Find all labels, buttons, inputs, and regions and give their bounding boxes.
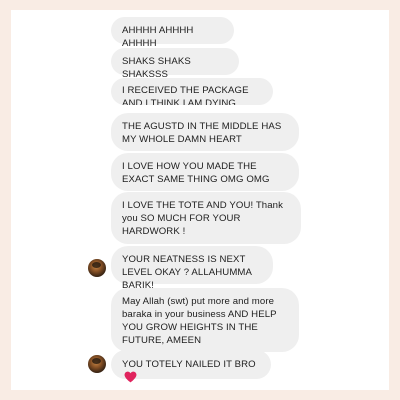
chat-thread: AHHHH AHHHH AHHHH SHAKS SHAKS SHAKSSS I … [11,10,389,390]
message-bubble[interactable]: I LOVE HOW YOU MADE THE EXACT SAME THING… [111,153,299,191]
message-bubble[interactable]: I LOVE THE TOTE AND YOU! Thank you SO MU… [111,192,301,244]
message-text: THE AGUSTD IN THE MIDDLE HAS MY WHOLE DA… [122,121,282,145]
message-text: I LOVE THE TOTE AND YOU! Thank you SO MU… [122,200,284,237]
message-bubble[interactable]: YOUR NEATNESS IS NEXT LEVEL OKAY ? ALLAH… [111,246,273,291]
message-text: May Allah (swt) put more and more baraka… [122,296,277,346]
message-text: SHAKS SHAKS SHAKSSS [122,56,191,80]
message-bubble[interactable]: May Allah (swt) put more and more baraka… [111,288,299,352]
message-bubble[interactable]: YOU TOTELY NAILED IT BRO [111,350,271,383]
message-text: AHHHH AHHHH AHHHH [122,25,194,49]
sender-avatar[interactable] [88,355,106,373]
message-text: YOUR NEATNESS IS NEXT LEVEL OKAY ? ALLAH… [122,254,252,291]
red-heart-icon [124,371,137,383]
message-text: I LOVE HOW YOU MADE THE EXACT SAME THING… [122,161,270,185]
message-text: I RECEIVED THE PACKAGE AND I THINK I AM … [122,85,249,105]
message-bubble[interactable]: AHHHH AHHHH AHHHH [111,17,234,49]
message-bubble[interactable]: I RECEIVED THE PACKAGE AND I THINK I AM … [111,78,273,105]
message-bubble[interactable]: THE AGUSTD IN THE MIDDLE HAS MY WHOLE DA… [111,113,299,151]
message-text: YOU TOTELY NAILED IT BRO [122,359,256,370]
message-bubble[interactable]: SHAKS SHAKS SHAKSSS [111,48,239,80]
sender-avatar[interactable] [88,259,106,277]
